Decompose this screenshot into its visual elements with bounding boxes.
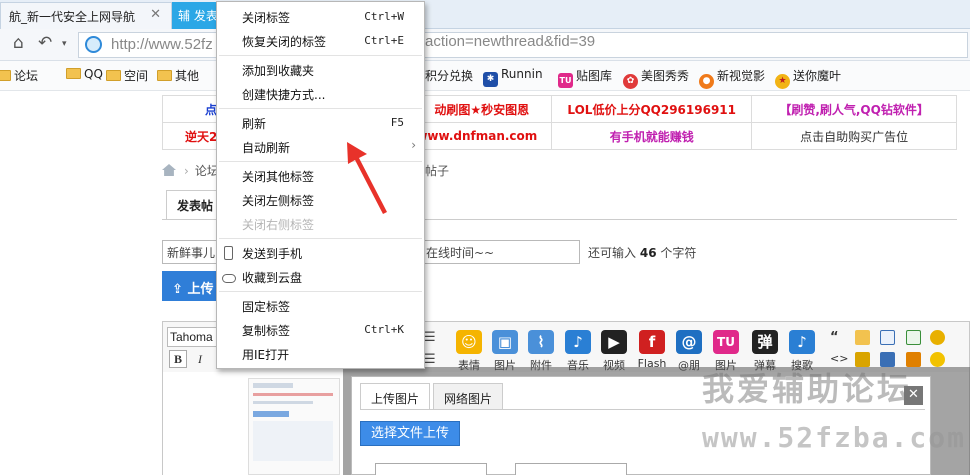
browser-tab-active[interactable]: 辅 发表: [172, 2, 220, 29]
phone-icon: [224, 246, 233, 260]
grid-icon[interactable]: [906, 330, 921, 345]
close-tab-icon[interactable]: ✕: [150, 7, 161, 22]
tab-upload-image[interactable]: 上传图片: [360, 383, 431, 410]
breadcrumb: › 论坛: [162, 162, 219, 179]
folder-icon: [106, 70, 121, 81]
image-preview: [515, 463, 627, 475]
fav-meitu[interactable]: ✿ 美图秀秀: [623, 67, 689, 89]
fav-running[interactable]: ✱ Runnin: [483, 67, 543, 87]
music-icon: ♪: [565, 330, 591, 354]
ad-link[interactable]: www.dnfman.com: [411, 122, 553, 150]
screenshot-thumbnail: [248, 378, 340, 475]
bold-button[interactable]: B: [169, 350, 187, 368]
menu-close-tab[interactable]: 关闭标签 Ctrl+W: [217, 6, 424, 28]
italic-button[interactable]: I: [191, 350, 209, 368]
align-icon[interactable]: ☰: [424, 330, 436, 345]
home-icon[interactable]: ⌂: [13, 33, 24, 53]
fav-send-gift[interactable]: ★ 送你魔叶: [775, 67, 841, 89]
quote-icon[interactable]: “: [830, 330, 845, 345]
subject-input-tail: 在线时间~~: [426, 246, 495, 260]
menu-refresh[interactable]: 刷新 F5: [217, 112, 424, 134]
editor-tool-button[interactable]: f Flash: [636, 330, 668, 370]
menu-pin-tab[interactable]: 固定标签: [217, 295, 424, 317]
ad-link[interactable]: LOL低价上分QQ296196911: [551, 95, 753, 123]
menu-open-in-ie[interactable]: 用IE打开: [217, 343, 424, 365]
annotation-arrow: [347, 142, 387, 214]
danmu-icon: 弹: [752, 330, 778, 354]
cloud-icon: [222, 274, 236, 283]
chevron-right-icon: ›: [184, 164, 189, 178]
fav-tietuku[interactable]: TU 贴图库: [558, 67, 612, 88]
fav-folder-space[interactable]: 空间: [106, 67, 148, 84]
folder-icon: [157, 70, 172, 81]
browser-tab-navigation[interactable]: 航_新一代安全上网导航 ✕: [0, 2, 172, 29]
reload-icon[interactable]: ↶: [38, 33, 52, 53]
chevron-right-icon: ›: [411, 138, 416, 152]
flash-icon: f: [639, 330, 665, 354]
ad-link[interactable]: 动刷图★秒安图恩: [411, 95, 553, 123]
fav-new-vision[interactable]: ● 新视觉影: [699, 67, 765, 89]
chevron-down-icon[interactable]: ▾: [62, 39, 67, 49]
tab-title: 辅 发表: [178, 9, 218, 23]
clapper-icon: ▶: [601, 330, 627, 354]
ad-link[interactable]: 点击自助购买广告位: [751, 122, 957, 150]
image-icon: ▣: [492, 330, 518, 354]
watermark-title: 我爱辅助论坛: [702, 370, 913, 408]
indent-icon[interactable]: ☰: [424, 352, 436, 367]
menu-add-favorite[interactable]: 添加到收藏夹: [217, 59, 424, 81]
menu-save-to-cloud[interactable]: 收藏到云盘: [217, 266, 424, 288]
home-icon[interactable]: [162, 164, 176, 176]
smiley-icon: ☺: [456, 330, 482, 354]
image-preview: [375, 463, 487, 475]
menu-restore-closed-tab[interactable]: 恢复关闭的标签 Ctrl+E: [217, 30, 424, 52]
menu-separator: [219, 291, 422, 292]
fav-folder-other[interactable]: 其他: [157, 67, 199, 84]
note-icon: ♪: [789, 330, 815, 354]
choose-file-button[interactable]: 选择文件上传: [360, 421, 460, 446]
font-select[interactable]: Tahoma: [167, 327, 222, 347]
menu-separator: [219, 238, 422, 239]
at-icon: @: [676, 330, 702, 354]
fav-folder-forum[interactable]: 论坛: [0, 67, 38, 84]
menu-create-shortcut[interactable]: 创建快捷方式...: [217, 83, 424, 105]
tab-title: 航_新一代安全上网导航: [9, 10, 136, 24]
fav-points-exchange[interactable]: 积分兑换: [425, 67, 473, 84]
paperclip-icon: ⌇: [528, 330, 554, 354]
gift-icon: ★: [775, 74, 790, 89]
upload-button[interactable]: ⇪ 上传: [162, 271, 220, 301]
film-icon: ●: [699, 74, 714, 89]
menu-close-right-tabs: 关闭右侧标签: [242, 218, 315, 232]
url-text-tail: action=newthread&fid=39: [425, 33, 596, 50]
remaining-count: 46: [639, 246, 657, 260]
meitu-icon: ✿: [623, 74, 638, 89]
site-globe-icon: [85, 36, 102, 53]
tab-web-image[interactable]: 网络图片: [433, 383, 504, 410]
tu-icon: TU: [558, 73, 573, 88]
menu-separator: [219, 108, 422, 109]
ad-link[interactable]: 有手机就能赚钱: [551, 122, 753, 150]
key-icon[interactable]: [930, 330, 945, 345]
free-icon[interactable]: [855, 330, 870, 345]
favorites-bar: 论坛 QQ 空间 其他 积分兑换 ✱ Runnin TU 贴图库 ✿ 美图秀秀 ● 新视…: [0, 61, 970, 91]
menu-send-to-phone[interactable]: 发送到手机: [217, 242, 424, 264]
table-icon[interactable]: [880, 330, 895, 345]
fav-folder-qq[interactable]: QQ: [66, 67, 103, 81]
url-text: http://www.52fz: [111, 36, 213, 53]
upload-icon: ⇪: [172, 282, 183, 297]
bg-icon[interactable]: [930, 352, 945, 367]
tu-icon: TU: [713, 330, 739, 354]
folder-icon: [0, 70, 11, 81]
remaining-chars: 还可输入 46 个字符: [588, 246, 697, 260]
folder-icon: [66, 68, 81, 79]
watermark-url: www.52fzba.com: [702, 421, 967, 454]
ad-link[interactable]: 【刷赞,刷人气,QQ钻软件】: [751, 95, 957, 123]
paw-icon: ✱: [483, 72, 498, 87]
breadcrumb-current: 帖子: [425, 164, 450, 178]
menu-separator: [219, 55, 422, 56]
menu-duplicate-tab[interactable]: 复制标签 Ctrl+K: [217, 319, 424, 341]
tab-bar: 航_新一代安全上网导航 ✕ 辅 发表: [0, 0, 970, 29]
